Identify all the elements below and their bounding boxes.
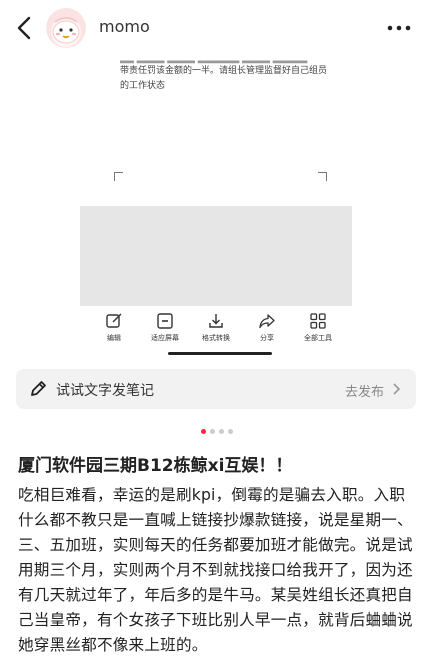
screenshot-toolbar: 编辑 适应屏幕 格式转换 分享 全部工具 <box>80 312 352 352</box>
doc-line: 带责任罚该金额的一半。请组长管理监督好自己组员 <box>120 66 328 76</box>
more-icon[interactable] <box>386 18 412 38</box>
pagination-dots <box>201 429 233 434</box>
cropped-doc-line: ▂▂ ▂▂▂▂ ▂▂▂▂ ▂▂▂▂▂▂ ▂▂▂▂ ▂▂▂▂▂ <box>120 56 308 64</box>
tool-format-convert[interactable]: 格式转换 <box>192 312 240 352</box>
doc-line: 的工作状态 <box>120 81 166 91</box>
pagination-dot <box>210 429 215 434</box>
chevron-right-icon <box>393 383 401 395</box>
tool-label: 适应屏幕 <box>151 334 179 342</box>
post-body: 吃相巨难看，幸运的是刷kpi，倒霉的是骗去入职。入职什么都不教只是一直喊上链接抄… <box>18 486 413 654</box>
pagination-dot <box>219 429 224 434</box>
tool-label: 全部工具 <box>304 334 332 342</box>
edit-icon <box>106 313 122 328</box>
home-indicator <box>168 352 272 355</box>
post-title: 厦门软件园三期B12栋鲸xi互娱！！ <box>18 456 293 476</box>
tool-edit[interactable]: 编辑 <box>90 312 138 352</box>
pencil-icon <box>31 381 46 396</box>
username[interactable]: momo <box>99 17 150 36</box>
tool-fit-screen[interactable]: 适应屏幕 <box>141 312 189 352</box>
pagination-dot <box>201 429 206 434</box>
crop-corner <box>318 172 327 181</box>
top-bar: momo <box>0 0 432 56</box>
image-placeholder <box>80 206 352 306</box>
download-icon <box>209 314 223 328</box>
document-preview: ▂▂ ▂▂▂▂ ▂▂▂▂ ▂▂▂▂▂▂ ▂▂▂▂ ▂▂▂▂▂ 带责任罚该金额的一… <box>120 56 340 94</box>
quick-note-bar[interactable]: 试试文字发笔记 去发布 <box>16 369 416 409</box>
tool-label: 格式转换 <box>202 334 230 342</box>
tool-share[interactable]: 分享 <box>243 312 291 352</box>
crop-corner <box>114 172 123 181</box>
tool-label: 分享 <box>260 334 274 342</box>
grid-icon <box>310 313 326 329</box>
tool-label: 编辑 <box>107 334 121 342</box>
tool-all-tools[interactable]: 全部工具 <box>294 312 342 352</box>
avatar[interactable] <box>46 8 86 48</box>
pagination-dot <box>228 429 233 434</box>
share-icon <box>259 314 275 329</box>
avatar-illustration-icon <box>51 17 81 47</box>
note-prompt: 试试文字发笔记 <box>56 383 154 399</box>
post-image[interactable]: ▂▂ ▂▂▂▂ ▂▂▂▂ ▂▂▂▂▂▂ ▂▂▂▂ ▂▂▂▂▂ 带责任罚该金额的一… <box>0 56 432 362</box>
publish-link[interactable]: 去发布 <box>345 381 384 400</box>
fit-screen-icon <box>157 313 173 329</box>
back-arrow-icon[interactable] <box>12 14 36 42</box>
